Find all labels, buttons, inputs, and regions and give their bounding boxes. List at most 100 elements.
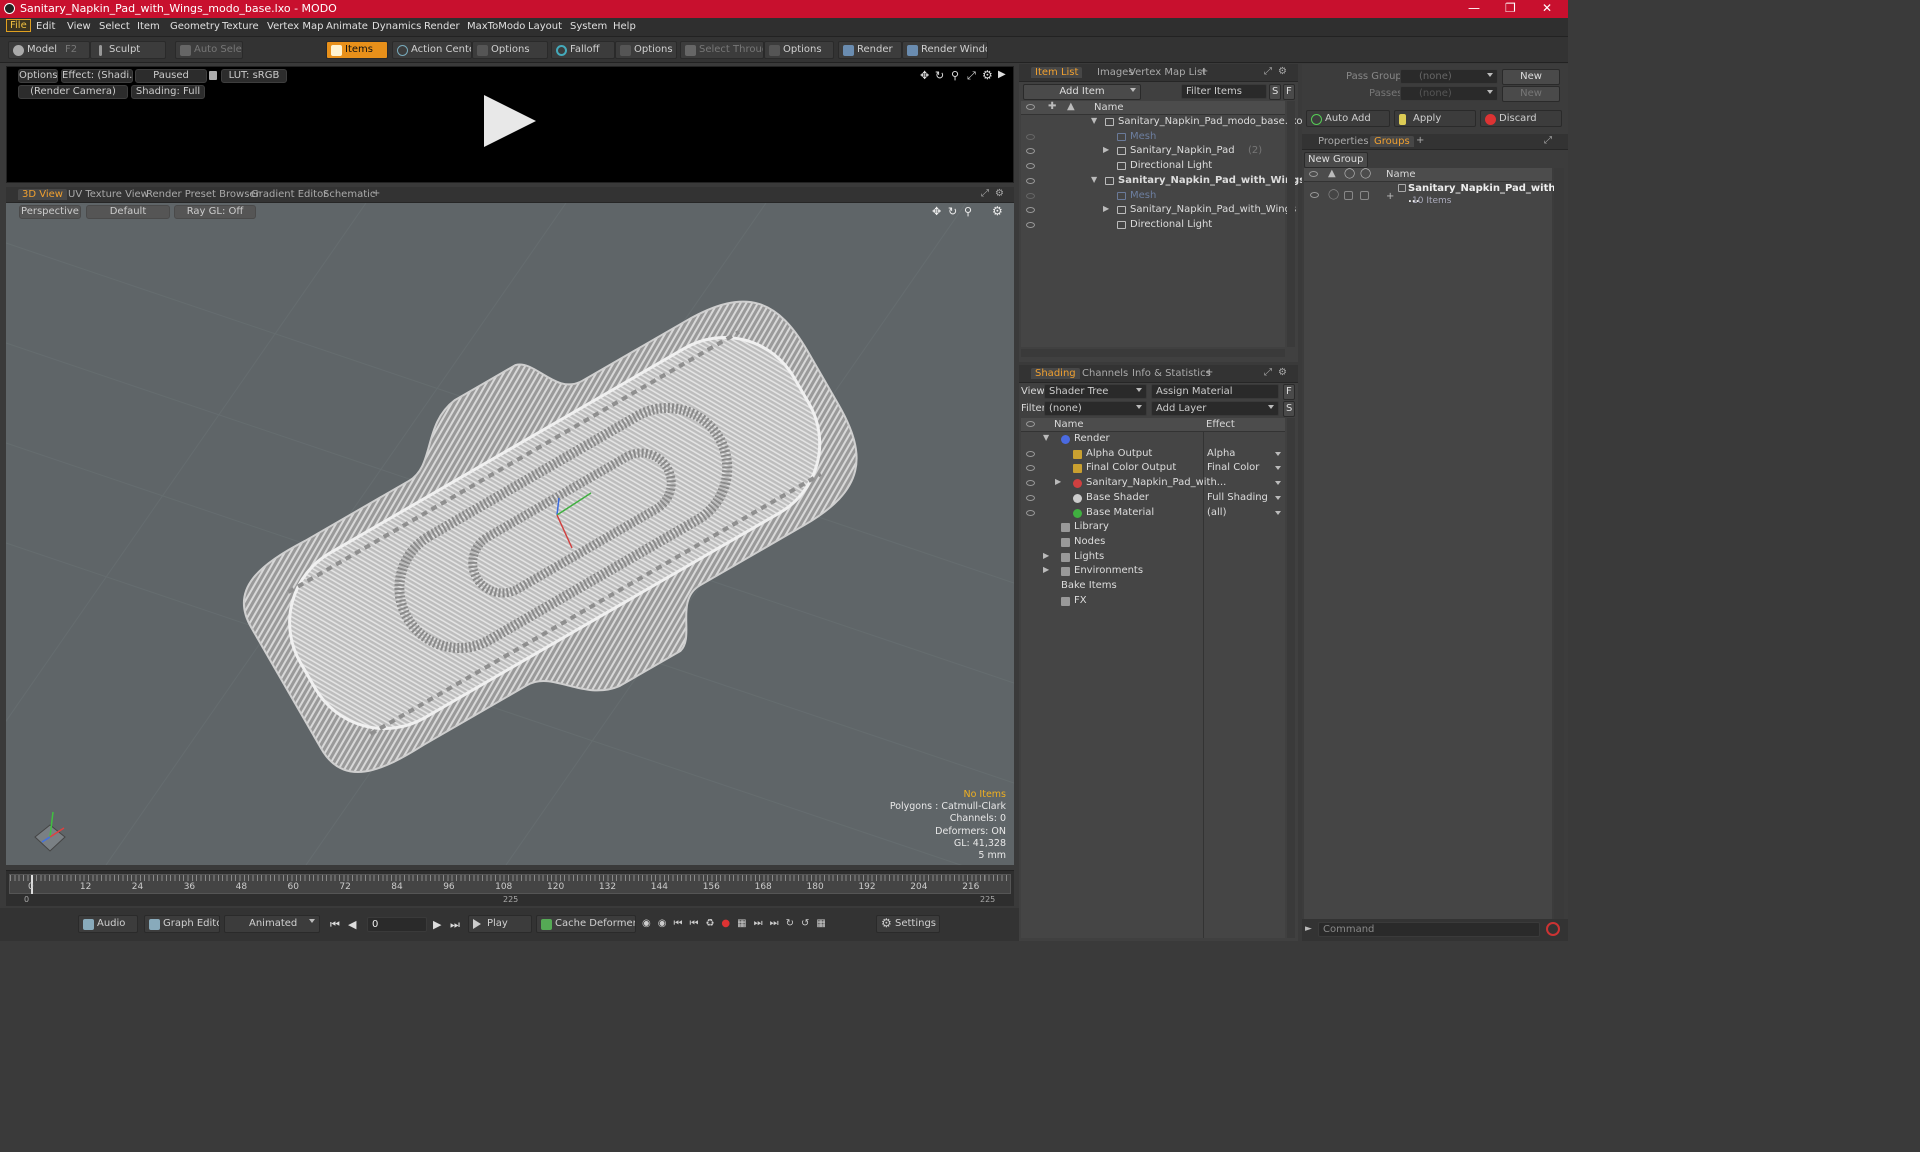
- passes-dropdown[interactable]: (none): [1400, 86, 1498, 101]
- play-button[interactable]: Play: [468, 915, 532, 933]
- render-window-button[interactable]: Render Window: [902, 41, 988, 59]
- menu-vertex-map[interactable]: Vertex Map: [267, 21, 323, 32]
- group-visibility-icon[interactable]: [1310, 192, 1319, 198]
- new-pass-group-button[interactable]: New: [1502, 69, 1560, 85]
- filter-dropdown[interactable]: (none): [1044, 401, 1147, 416]
- shader-tree-row[interactable]: ▶ Environments: [1021, 564, 1285, 579]
- visibility-eye-icon[interactable]: [1026, 509, 1035, 516]
- shader-tree-row[interactable]: Nodes: [1021, 535, 1285, 550]
- collapse-arrow-icon[interactable]: ▼: [1091, 175, 1097, 184]
- add-layer-dropdown[interactable]: Add Layer: [1151, 401, 1279, 416]
- item-list-row[interactable]: Directional Light: [1021, 159, 1285, 174]
- go-to-end-icon[interactable]: ⏭: [450, 918, 460, 932]
- menu-dynamics[interactable]: Dynamics: [372, 21, 421, 32]
- 3d-viewport[interactable]: Perspective Default Ray GL: Off ✥ ↻ ⚲ ⚙ …: [6, 203, 1014, 865]
- maximize-icon[interactable]: ❐: [1505, 1, 1516, 15]
- raygl-dropdown[interactable]: Ray GL: Off: [174, 205, 256, 219]
- move-view-icon[interactable]: ✥: [932, 205, 941, 218]
- audio-button[interactable]: Audio: [78, 915, 138, 933]
- shader-tree-row[interactable]: ▶ Lights: [1021, 550, 1285, 565]
- collapse-arrow-icon[interactable]: ▼: [1043, 433, 1049, 442]
- expand-arrow-icon[interactable]: ▶: [998, 69, 1006, 80]
- effect-dropdown[interactable]: Final Color: [1203, 461, 1285, 477]
- shader-tree-row[interactable]: Library: [1021, 520, 1285, 535]
- auto-add-button[interactable]: Auto Add: [1306, 110, 1390, 127]
- tab-uv-texture-view[interactable]: UV Texture View: [68, 189, 149, 200]
- group-select-checkbox[interactable]: [1360, 191, 1369, 200]
- item-list-row[interactable]: ▶Sanitary_Napkin_Pad_with_Wings(2): [1021, 203, 1328, 218]
- menu-edit[interactable]: Edit: [36, 21, 55, 32]
- new-pass-button[interactable]: New: [1502, 86, 1560, 102]
- sculpt-button[interactable]: Sculpt: [90, 41, 166, 59]
- shader-tree-row[interactable]: Base Material (all): [1021, 505, 1285, 521]
- menu-render[interactable]: Render: [424, 21, 460, 32]
- item-list-row[interactable]: ▼ Sanitary_Napkin_Pad_modo_base.lxo: [1021, 115, 1302, 130]
- shader-tree-row[interactable]: Alpha Output Alpha: [1021, 446, 1285, 462]
- tab-item-list[interactable]: Item List: [1031, 67, 1083, 78]
- gear-icon[interactable]: ⚙: [982, 68, 993, 82]
- effect-dropdown[interactable]: (all): [1203, 505, 1285, 521]
- menu-help[interactable]: Help: [613, 21, 636, 32]
- item-list-row[interactable]: ▶ Sanitary_Napkin_Pad (2): [1021, 144, 1285, 159]
- expand-arrow-icon[interactable]: ▶: [1043, 551, 1049, 560]
- visibility-eye-icon[interactable]: [1026, 148, 1035, 155]
- rotate-icon[interactable]: ↻: [935, 69, 944, 82]
- visibility-eye-icon[interactable]: [1026, 494, 1035, 501]
- add-tab-icon[interactable]: +: [372, 188, 380, 199]
- item-list-row[interactable]: Mesh: [1021, 130, 1285, 145]
- menu-view[interactable]: View: [67, 21, 91, 32]
- paused-button[interactable]: Paused: [135, 69, 207, 83]
- select-through-button[interactable]: Select Through: [680, 41, 764, 59]
- timeline[interactable]: 0 12 24 36 48 60 72 84 96 108 120 132 144 156 168 180 19…: [6, 870, 1014, 906]
- pass-groups-dropdown[interactable]: (none): [1400, 69, 1498, 84]
- visibility-eye-icon[interactable]: [1026, 480, 1035, 487]
- render-button[interactable]: RenderF9: [838, 41, 902, 59]
- settings-button[interactable]: ⚙ Settings: [876, 915, 940, 933]
- shading-f-button[interactable]: F: [1283, 384, 1295, 400]
- shader-tree-row[interactable]: Bake Items: [1021, 579, 1285, 594]
- tab-vertex-map-list[interactable]: Vertex Map List: [1129, 67, 1206, 78]
- tab-properties[interactable]: Properties: [1318, 136, 1369, 147]
- visibility-eye-icon[interactable]: [1026, 450, 1035, 457]
- lock-icon[interactable]: [209, 71, 217, 80]
- visibility-eye-icon[interactable]: [1026, 465, 1035, 472]
- view-dropdown[interactable]: Shader Tree: [1044, 384, 1147, 399]
- tab-3d-view[interactable]: 3D View: [18, 189, 67, 200]
- effect-dropdown[interactable]: Effect: (Shadi...: [61, 69, 133, 83]
- graph-editor-button[interactable]: Graph Editor: [144, 915, 220, 933]
- discard-button[interactable]: Discard: [1480, 110, 1562, 127]
- next-frame-icon[interactable]: ▶: [433, 918, 441, 931]
- select-through-options-button[interactable]: Options: [764, 41, 834, 59]
- expand-plus-icon[interactable]: +: [1386, 191, 1394, 202]
- rotate-view-icon[interactable]: ↻: [948, 205, 957, 218]
- assign-material-field[interactable]: Assign Material: [1151, 384, 1279, 399]
- close-icon[interactable]: ✕: [1542, 1, 1552, 15]
- tab-shading[interactable]: Shading: [1031, 368, 1080, 379]
- effect-dropdown[interactable]: Full Shading: [1203, 490, 1285, 506]
- expand-arrow-icon[interactable]: ▶: [1055, 477, 1061, 486]
- cache-deformers-button[interactable]: Cache Deformers: [536, 915, 636, 933]
- shader-tree-row[interactable]: ▶ Sanitary_Napkin_Pad_with...: [1021, 476, 1285, 492]
- animated-dropdown[interactable]: Animated: [224, 915, 320, 933]
- shader-tree-row[interactable]: Base Shader Full Shading: [1021, 490, 1285, 506]
- lut-dropdown[interactable]: LUT: sRGB: [221, 69, 287, 83]
- gear-icon[interactable]: ⚙: [1278, 367, 1287, 378]
- new-group-button[interactable]: New Group: [1304, 152, 1368, 168]
- add-tab-icon[interactable]: +: [1200, 66, 1208, 77]
- item-list-scrollbar[interactable]: [1287, 101, 1295, 347]
- zoom-view-icon[interactable]: ⚲: [964, 205, 972, 218]
- menu-animate[interactable]: Animate: [326, 21, 368, 32]
- expand-icon[interactable]: ⤢: [1544, 135, 1552, 146]
- action-center-button[interactable]: Action Center: [392, 41, 472, 59]
- visibility-eye-icon[interactable]: [1026, 163, 1035, 170]
- menu-layout[interactable]: Layout: [528, 21, 562, 32]
- tab-groups[interactable]: Groups: [1370, 136, 1414, 147]
- falloff-options-button[interactable]: Options: [615, 41, 677, 59]
- shading-dropdown[interactable]: Shading: Full: [131, 85, 205, 99]
- fullscreen-icon[interactable]: ⤢: [967, 69, 976, 83]
- shader-tree-row[interactable]: ▼ Render: [1021, 432, 1285, 447]
- command-history-icon[interactable]: [1546, 922, 1560, 936]
- item-list-hscrollbar[interactable]: [1021, 349, 1285, 357]
- move-icon[interactable]: ✥: [920, 69, 929, 82]
- add-tab-icon[interactable]: +: [1416, 135, 1424, 146]
